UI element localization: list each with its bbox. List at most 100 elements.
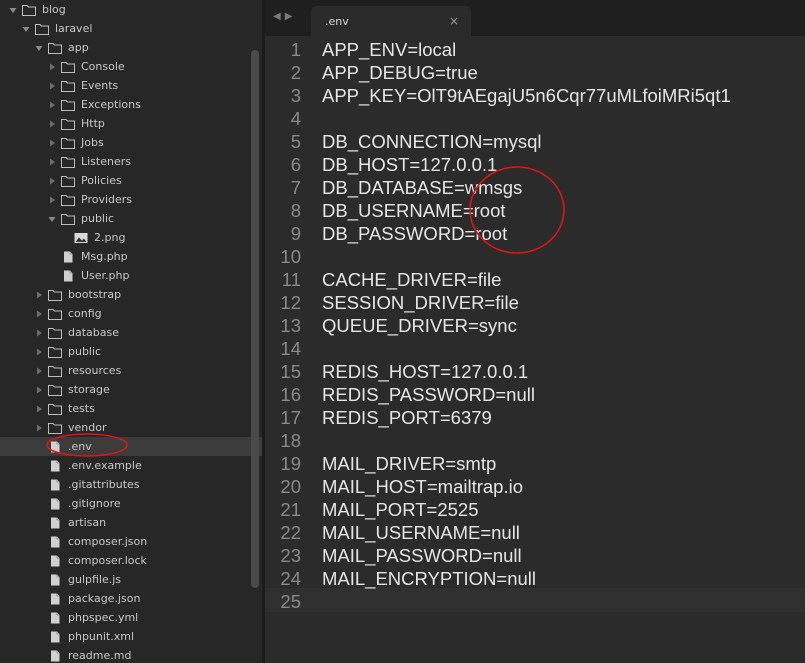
folder-events[interactable]: Events [0, 76, 262, 95]
file-icon [48, 612, 62, 624]
chevron-right-icon[interactable] [34, 347, 44, 357]
folder-vendor[interactable]: vendor [0, 418, 262, 437]
line-number: 16 [280, 384, 301, 405]
folder-storage[interactable]: storage [0, 380, 262, 399]
chevron-down-icon[interactable] [21, 24, 31, 34]
code-line[interactable]: DB_DATABASE=wmsgs [322, 176, 522, 199]
file-env-example[interactable]: .env.example [0, 456, 262, 475]
file-gulpfile-js[interactable]: gulpfile.js [0, 570, 262, 589]
code-line[interactable]: MAIL_PASSWORD=null [322, 544, 522, 567]
code-line[interactable]: REDIS_HOST=127.0.0.1 [322, 360, 528, 383]
folder-policies[interactable]: Policies [0, 171, 262, 190]
chevron-right-icon[interactable] [34, 328, 44, 338]
folder-providers[interactable]: Providers [0, 190, 262, 209]
chevron-right-icon[interactable] [34, 385, 44, 395]
sidebar-scrollbar[interactable] [251, 50, 259, 588]
chevron-down-icon[interactable] [34, 43, 44, 53]
code-line[interactable]: DB_CONNECTION=mysql [322, 130, 541, 153]
code-line[interactable]: MAIL_ENCRYPTION=null [322, 567, 536, 590]
line-number: 4 [290, 108, 301, 129]
file-msg-php[interactable]: Msg.php [0, 247, 262, 266]
chevron-right-icon[interactable] [34, 404, 44, 414]
chevron-right-icon[interactable] [34, 366, 44, 376]
tree-item-label: tests [68, 402, 95, 415]
code-line[interactable]: MAIL_PORT=2525 [322, 498, 478, 521]
file-composer-json[interactable]: composer.json [0, 532, 262, 551]
tree-item-label: Console [81, 60, 125, 73]
file-2-png[interactable]: 2.png [0, 228, 262, 247]
chevron-right-icon[interactable] [47, 138, 57, 148]
chevron-right-icon[interactable] [47, 119, 57, 129]
tree-item-label: package.json [68, 592, 141, 605]
close-icon[interactable]: × [449, 14, 459, 28]
tree-item-label: Msg.php [81, 250, 128, 263]
folder-console[interactable]: Console [0, 57, 262, 76]
code-line[interactable]: APP_ENV=local [322, 38, 456, 61]
folder-icon [61, 61, 75, 73]
chevron-right-icon[interactable] [34, 290, 44, 300]
folder-bootstrap[interactable]: bootstrap [0, 285, 262, 304]
chevron-right-icon[interactable] [34, 309, 44, 319]
code-editor[interactable]: 1 2 3 4 5 6 7 8 9 10 11 12 13 14 15 16 17 18 19 20 21 22 23 24 2… [265, 36, 805, 663]
tab-env[interactable]: .env × [311, 6, 471, 36]
file-artisan[interactable]: artisan [0, 513, 262, 532]
nav-back-icon[interactable]: ◀ [273, 11, 285, 22]
folder-blog[interactable]: blog [0, 0, 258, 19]
folder-tests[interactable]: tests [0, 399, 262, 418]
code-line[interactable]: SESSION_DRIVER=file [322, 291, 519, 314]
code-line[interactable]: DB_PASSWORD=root [322, 222, 507, 245]
folder-database[interactable]: database [0, 323, 262, 342]
folder-public[interactable]: public [0, 209, 262, 228]
code-line[interactable]: APP_KEY=OlT9tAEgajU5n6Cqr77uMLfoiMRi5qt1 [322, 84, 731, 107]
file-phpspec-yml[interactable]: phpspec.yml [0, 608, 262, 627]
line-number: 20 [280, 476, 301, 497]
code-line[interactable]: QUEUE_DRIVER=sync [322, 314, 517, 337]
folder-open-icon [48, 42, 62, 54]
chevron-right-icon[interactable] [34, 423, 44, 433]
folder-resources[interactable]: resources [0, 361, 262, 380]
code-line[interactable]: DB_USERNAME=root [322, 199, 506, 222]
folder-http[interactable]: Http [0, 114, 262, 133]
code-line[interactable]: CACHE_DRIVER=file [322, 268, 501, 291]
tree-item-label: Jobs [81, 136, 104, 149]
chevron-down-icon[interactable] [47, 214, 57, 224]
file-composer-lock[interactable]: composer.lock [0, 551, 262, 570]
file-phpunit-xml[interactable]: phpunit.xml [0, 627, 262, 646]
code-line[interactable]: MAIL_DRIVER=smtp [322, 452, 496, 475]
file-icon [48, 536, 62, 548]
folder-listeners[interactable]: Listeners [0, 152, 262, 171]
folder-jobs[interactable]: Jobs [0, 133, 262, 152]
file-package-json[interactable]: package.json [0, 589, 262, 608]
tree-item-label: 2.png [94, 231, 126, 244]
chevron-right-icon[interactable] [47, 176, 57, 186]
code-line[interactable]: DB_HOST=127.0.0.1 [322, 153, 497, 176]
tree-item-label: gulpfile.js [68, 573, 122, 586]
file-readme-md[interactable]: readme.md [0, 646, 262, 663]
code-line[interactable]: REDIS_PASSWORD=null [322, 383, 535, 406]
chevron-right-icon[interactable] [47, 62, 57, 72]
folder-public[interactable]: public [0, 342, 262, 361]
file-user-php[interactable]: User.php [0, 266, 262, 285]
file-env[interactable]: .env [0, 437, 262, 456]
chevron-right-icon[interactable] [47, 195, 57, 205]
file-gitattributes[interactable]: .gitattributes [0, 475, 262, 494]
nav-forward-icon[interactable]: ▶ [285, 11, 297, 22]
folder-laravel[interactable]: laravel [0, 19, 262, 38]
file-gitignore[interactable]: .gitignore [0, 494, 262, 513]
code-line[interactable]: APP_DEBUG=true [322, 61, 478, 84]
code-line[interactable]: MAIL_USERNAME=null [322, 521, 520, 544]
folder-config[interactable]: config [0, 304, 262, 323]
folder-app[interactable]: app [0, 38, 262, 57]
folder-exceptions[interactable]: Exceptions [0, 95, 262, 114]
chevron-right-icon[interactable] [47, 100, 57, 110]
chevron-right-icon[interactable] [47, 157, 57, 167]
code-line[interactable]: REDIS_PORT=6379 [322, 406, 492, 429]
code-line[interactable]: MAIL_HOST=mailtrap.io [322, 475, 523, 498]
chevron-down-icon[interactable] [8, 5, 18, 15]
chevron-right-icon[interactable] [47, 81, 57, 91]
